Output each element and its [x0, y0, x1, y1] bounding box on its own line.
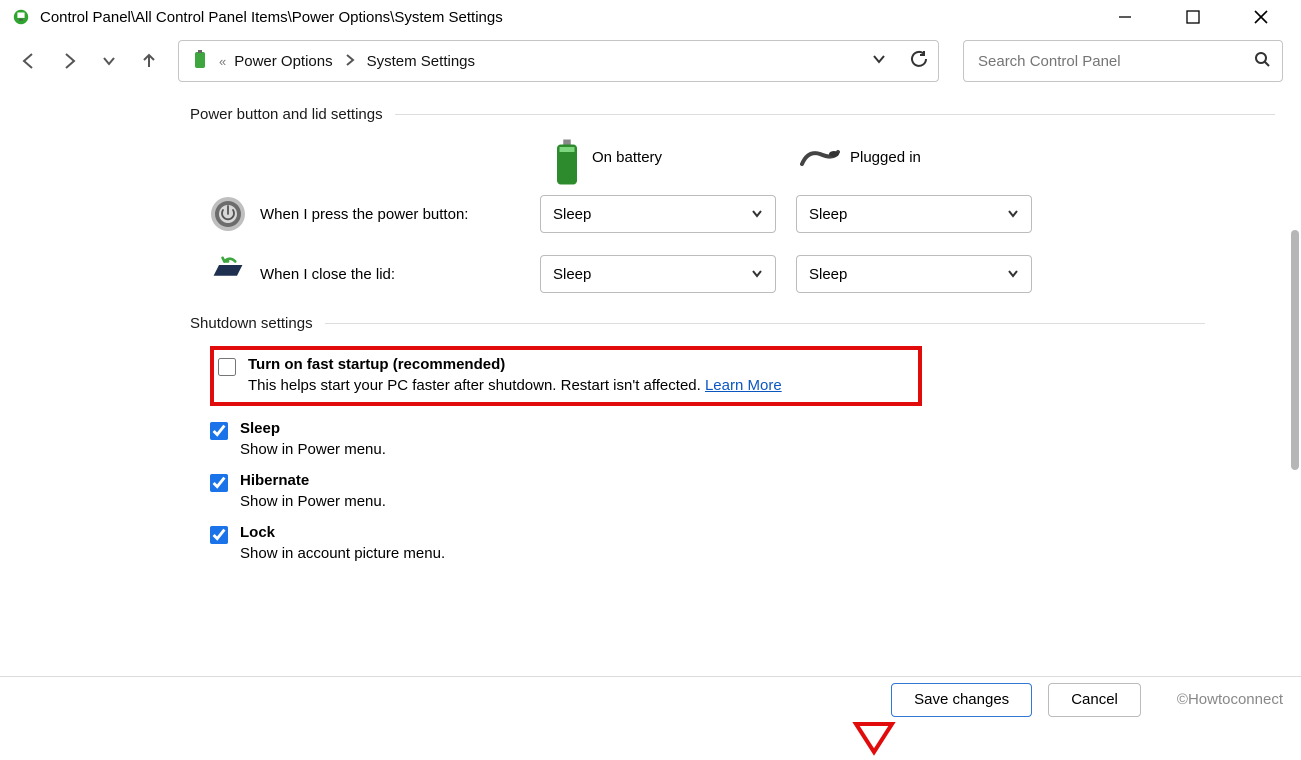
titlebar: Control Panel\All Control Panel Items\Po…: [0, 0, 1301, 34]
shutdown-settings-list: Turn on fast startup (recommended) This …: [190, 346, 1301, 562]
option-title: Lock: [240, 524, 445, 541]
option-description: Show in account picture menu.: [240, 545, 445, 562]
select-value: Sleep: [553, 206, 591, 223]
option-fast-startup: Turn on fast startup (recommended) This …: [218, 356, 908, 394]
footer: Save changes Cancel ©Howtoconnect: [0, 676, 1301, 722]
row-label: When I close the lid:: [260, 266, 540, 283]
address-bar[interactable]: « Power Options System Settings: [178, 40, 939, 82]
chevron-right-icon[interactable]: [341, 53, 359, 69]
window-title: Control Panel\All Control Panel Items\Po…: [40, 9, 1103, 26]
power-button-battery-select[interactable]: Sleep: [540, 195, 776, 233]
chevron-down-icon: [751, 208, 763, 220]
refresh-button[interactable]: [910, 50, 928, 72]
power-button-icon: [210, 196, 246, 232]
lock-checkbox[interactable]: [210, 526, 228, 544]
section-rule: [395, 114, 1275, 115]
select-value: Sleep: [809, 266, 847, 283]
up-button[interactable]: [138, 50, 160, 72]
content-area: Power button and lid settings On battery…: [0, 88, 1301, 562]
annotation-highlight-box: Turn on fast startup (recommended) This …: [210, 346, 922, 406]
hibernate-checkbox[interactable]: [210, 474, 228, 492]
select-value: Sleep: [553, 266, 591, 283]
fast-startup-checkbox[interactable]: [218, 358, 236, 376]
search-icon[interactable]: [1254, 51, 1270, 71]
row-power-button: When I press the power button: Sleep Sle…: [190, 195, 1301, 233]
row-close-lid: When I close the lid: Sleep Sleep: [190, 255, 1301, 293]
plug-icon: [800, 146, 840, 168]
close-button[interactable]: [1239, 2, 1283, 32]
chevron-down-icon: [1007, 268, 1019, 280]
column-headers: On battery Plugged in: [190, 137, 1301, 177]
laptop-lid-icon: [210, 256, 246, 292]
option-hibernate: Hibernate Show in Power menu.: [210, 472, 1301, 510]
address-part-system-settings[interactable]: System Settings: [367, 53, 475, 70]
column-label: On battery: [592, 149, 662, 166]
column-plugged-in: Plugged in: [800, 146, 1048, 168]
section-title: Power button and lid settings: [190, 106, 383, 123]
option-sleep: Sleep Show in Power menu.: [210, 420, 1301, 458]
button-label: Cancel: [1071, 691, 1118, 708]
option-desc-text: This helps start your PC faster after sh…: [248, 377, 705, 394]
recent-dropdown-button[interactable]: [98, 50, 120, 72]
power-button-plugged-select[interactable]: Sleep: [796, 195, 1032, 233]
address-prefix-marker: «: [219, 54, 226, 69]
option-lock: Lock Show in account picture menu.: [210, 524, 1301, 562]
minimize-button[interactable]: [1103, 2, 1147, 32]
section-rule: [325, 323, 1205, 324]
window-controls: [1103, 2, 1295, 32]
select-value: Sleep: [809, 206, 847, 223]
back-button[interactable]: [18, 50, 40, 72]
lid-plugged-select[interactable]: Sleep: [796, 255, 1032, 293]
control-panel-icon: [12, 8, 30, 26]
scrollbar-thumb[interactable]: [1291, 230, 1299, 470]
sleep-checkbox[interactable]: [210, 422, 228, 440]
option-description: This helps start your PC faster after sh…: [248, 377, 782, 394]
section-header-shutdown: Shutdown settings: [190, 315, 1301, 332]
option-title: Turn on fast startup (recommended): [248, 356, 782, 373]
button-label: Save changes: [914, 691, 1009, 708]
address-dropdown-button[interactable]: [872, 52, 886, 70]
option-title: Hibernate: [240, 472, 386, 489]
row-label: When I press the power button:: [260, 206, 540, 223]
navigation-row: « Power Options System Settings: [0, 34, 1301, 88]
chevron-down-icon: [1007, 208, 1019, 220]
maximize-button[interactable]: [1171, 2, 1215, 32]
save-changes-button[interactable]: Save changes: [891, 683, 1032, 717]
cancel-button[interactable]: Cancel: [1048, 683, 1141, 717]
forward-button[interactable]: [58, 50, 80, 72]
power-options-category-icon: [189, 50, 211, 72]
search-input[interactable]: [976, 52, 1254, 71]
battery-icon: [552, 137, 582, 177]
column-label: Plugged in: [850, 149, 921, 166]
chevron-down-icon: [751, 268, 763, 280]
watermark: ©Howtoconnect: [1177, 691, 1283, 708]
address-part-power-options[interactable]: Power Options: [234, 53, 332, 70]
nav-arrows: [18, 50, 160, 72]
option-description: Show in Power menu.: [240, 493, 386, 510]
lid-battery-select[interactable]: Sleep: [540, 255, 776, 293]
search-box[interactable]: [963, 40, 1283, 82]
learn-more-link[interactable]: Learn More: [705, 377, 782, 394]
column-on-battery: On battery: [552, 137, 800, 177]
section-title: Shutdown settings: [190, 315, 313, 332]
option-description: Show in Power menu.: [240, 441, 386, 458]
option-title: Sleep: [240, 420, 386, 437]
section-header-power-lid: Power button and lid settings: [190, 106, 1301, 123]
